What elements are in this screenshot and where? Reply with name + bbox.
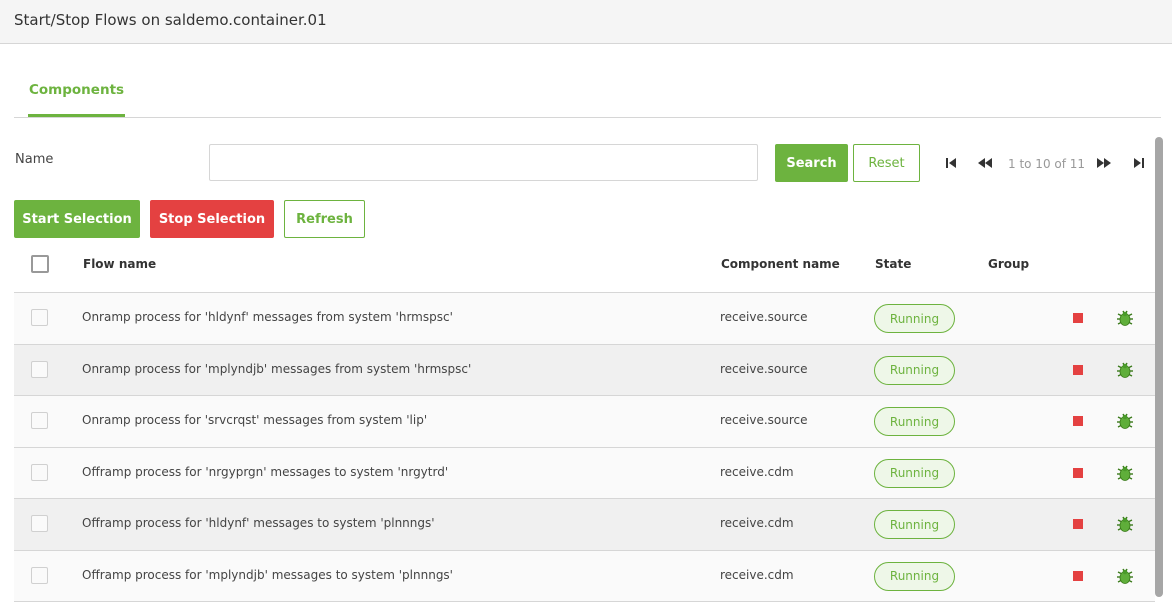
stop-icon[interactable] bbox=[1073, 416, 1083, 426]
tab-bar: Components bbox=[14, 70, 1161, 118]
debug-bug-icon[interactable] bbox=[1115, 566, 1135, 586]
last-page-icon[interactable] bbox=[1131, 155, 1147, 171]
page-header: Start/Stop Flows on saldemo.container.01 bbox=[0, 0, 1172, 44]
tab-components[interactable]: Components bbox=[28, 82, 125, 117]
select-all-checkbox[interactable] bbox=[31, 255, 49, 273]
debug-bug-icon[interactable] bbox=[1115, 411, 1135, 431]
stop-icon[interactable] bbox=[1073, 365, 1083, 375]
flow-name-cell: Offramp process for 'mplyndjb' messages … bbox=[82, 568, 453, 582]
column-header-group[interactable]: Group bbox=[988, 257, 1029, 271]
debug-bug-icon[interactable] bbox=[1115, 514, 1135, 534]
flow-name-cell: Onramp process for 'hldynf' messages fro… bbox=[82, 310, 453, 324]
next-page-icon[interactable] bbox=[1096, 155, 1112, 171]
row-checkbox[interactable] bbox=[31, 464, 48, 481]
pager-range-text: 1 to 10 of 11 bbox=[1008, 157, 1085, 171]
column-header-state[interactable]: State bbox=[875, 257, 911, 271]
stop-icon[interactable] bbox=[1073, 571, 1083, 581]
stop-selection-button[interactable]: Stop Selection bbox=[150, 200, 274, 238]
flow-name-cell: Onramp process for 'srvcrqst' messages f… bbox=[82, 413, 427, 427]
component-name-cell: receive.source bbox=[720, 413, 808, 427]
debug-bug-icon[interactable] bbox=[1115, 308, 1135, 328]
reset-button[interactable]: Reset bbox=[853, 144, 920, 182]
row-checkbox[interactable] bbox=[31, 361, 48, 378]
debug-bug-icon[interactable] bbox=[1115, 463, 1135, 483]
component-name-cell: receive.cdm bbox=[720, 465, 794, 479]
search-button[interactable]: Search bbox=[775, 144, 848, 182]
page-title: Start/Stop Flows on saldemo.container.01 bbox=[14, 11, 327, 29]
vertical-scrollbar[interactable] bbox=[1155, 137, 1163, 597]
component-name-cell: receive.cdm bbox=[720, 516, 794, 530]
table-row: Onramp process for 'hldynf' messages fro… bbox=[14, 293, 1155, 345]
flow-name-cell: Onramp process for 'mplyndjb' messages f… bbox=[82, 362, 471, 376]
debug-bug-icon[interactable] bbox=[1115, 360, 1135, 380]
state-badge: Running bbox=[874, 459, 955, 488]
component-name-cell: receive.cdm bbox=[720, 568, 794, 582]
flow-name-cell: Offramp process for 'hldynf' messages to… bbox=[82, 516, 435, 530]
column-header-flow-name[interactable]: Flow name bbox=[83, 257, 156, 271]
refresh-button[interactable]: Refresh bbox=[284, 200, 365, 238]
table-row: Offramp process for 'mplyndjb' messages … bbox=[14, 551, 1155, 602]
table-row: Onramp process for 'srvcrqst' messages f… bbox=[14, 396, 1155, 448]
name-filter-label: Name bbox=[15, 152, 53, 167]
name-filter-input[interactable] bbox=[209, 144, 758, 181]
row-checkbox[interactable] bbox=[31, 515, 48, 532]
row-checkbox[interactable] bbox=[31, 412, 48, 429]
state-badge: Running bbox=[874, 304, 955, 333]
table-row: Offramp process for 'hldynf' messages to… bbox=[14, 499, 1155, 551]
state-badge: Running bbox=[874, 407, 955, 436]
column-header-component-name[interactable]: Component name bbox=[721, 257, 840, 271]
table-header: Flow name Component name State Group bbox=[14, 240, 1155, 293]
start-selection-button[interactable]: Start Selection bbox=[14, 200, 140, 238]
row-checkbox[interactable] bbox=[31, 567, 48, 584]
table-row: Onramp process for 'mplyndjb' messages f… bbox=[14, 345, 1155, 397]
component-name-cell: receive.source bbox=[720, 310, 808, 324]
flow-name-cell: Offramp process for 'nrgyprgn' messages … bbox=[82, 465, 448, 479]
state-badge: Running bbox=[874, 562, 955, 591]
stop-icon[interactable] bbox=[1073, 313, 1083, 323]
stop-icon[interactable] bbox=[1073, 519, 1083, 529]
component-name-cell: receive.source bbox=[720, 362, 808, 376]
first-page-icon[interactable] bbox=[943, 155, 959, 171]
previous-page-icon[interactable] bbox=[977, 155, 993, 171]
flows-table-body: Onramp process for 'hldynf' messages fro… bbox=[14, 293, 1155, 602]
state-badge: Running bbox=[874, 510, 955, 539]
stop-icon[interactable] bbox=[1073, 468, 1083, 478]
row-checkbox[interactable] bbox=[31, 309, 48, 326]
table-row: Offramp process for 'nrgyprgn' messages … bbox=[14, 448, 1155, 500]
state-badge: Running bbox=[874, 356, 955, 385]
